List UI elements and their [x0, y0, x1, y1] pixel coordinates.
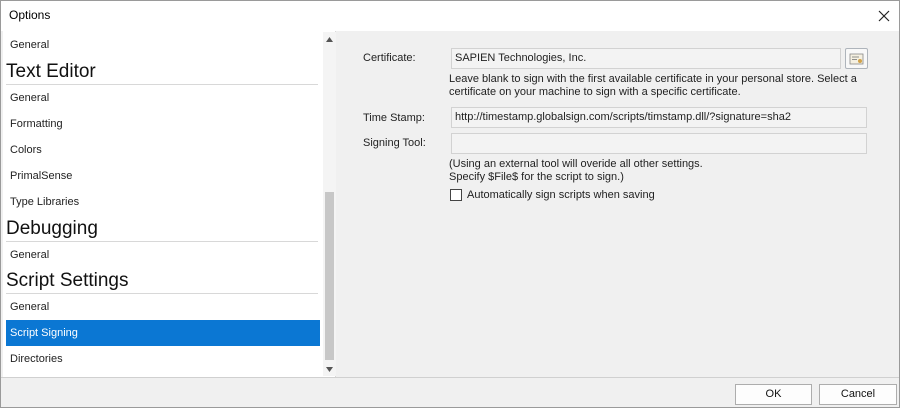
sidebar-item-directories[interactable]: Directories: [6, 346, 320, 372]
sidebar-item-primalsense[interactable]: PrimalSense: [6, 163, 320, 189]
section-debugging: Debugging: [6, 216, 318, 242]
auto-sign-checkbox[interactable]: [450, 189, 462, 201]
time-stamp-field[interactable]: http://timestamp.globalsign.com/scripts/…: [451, 107, 867, 128]
auto-sign-label: Automatically sign scripts when saving: [467, 189, 655, 201]
chevron-down-icon: [326, 366, 333, 372]
auto-sign-row[interactable]: Automatically sign scripts when saving: [450, 189, 655, 201]
certificate-browse-button[interactable]: [845, 48, 868, 69]
certificate-label: Certificate:: [363, 52, 416, 64]
close-icon: [878, 10, 890, 22]
section-text-editor: Text Editor: [6, 59, 318, 85]
script-signing-panel: Certificate: SAPIEN Technologies, Inc. L…: [337, 31, 899, 377]
dialog-button-bar: OK Cancel: [1, 377, 899, 407]
signing-tool-hint-line-2: Specify $File$ for the script to sign.): [449, 171, 624, 183]
section-script-settings: Script Settings: [6, 268, 318, 294]
certificate-hint-line-2: certificate on your machine to sign with…: [449, 86, 741, 98]
scroll-down-button[interactable]: [323, 362, 336, 376]
time-stamp-label: Time Stamp:: [363, 112, 425, 124]
options-tree: General Text Editor General Formatting C…: [3, 31, 336, 377]
scroll-up-button[interactable]: [323, 32, 336, 46]
window-title: Options: [9, 8, 51, 22]
certificate-icon: [849, 53, 864, 64]
sidebar-item-colors[interactable]: Colors: [6, 137, 320, 163]
sidebar-item-formatting[interactable]: Formatting: [6, 111, 320, 137]
signing-tool-hint-line-1: (Using an external tool will overide all…: [449, 158, 703, 170]
signing-tool-label: Signing Tool:: [363, 137, 426, 149]
signing-tool-field[interactable]: [451, 133, 867, 154]
sidebar-item-script-signing[interactable]: Script Signing: [6, 320, 320, 346]
tree-scrollbar[interactable]: [323, 32, 336, 376]
sidebar-item-general[interactable]: General: [6, 32, 320, 58]
sidebar-item-text-editor-general[interactable]: General: [6, 85, 320, 111]
sidebar-item-type-libraries[interactable]: Type Libraries: [6, 189, 320, 215]
options-dialog: Options General Text Editor General Form…: [0, 0, 900, 408]
sidebar-item-script-settings-general[interactable]: General: [6, 294, 320, 320]
scroll-thumb[interactable]: [325, 192, 334, 360]
title-bar: Options: [1, 1, 899, 31]
cancel-button[interactable]: Cancel: [819, 384, 897, 405]
certificate-hint-line-1: Leave blank to sign with the first avail…: [449, 73, 857, 85]
certificate-field[interactable]: SAPIEN Technologies, Inc.: [451, 48, 841, 69]
ok-button[interactable]: OK: [735, 384, 812, 405]
close-button[interactable]: [869, 1, 899, 31]
chevron-up-icon: [326, 36, 333, 42]
sidebar-item-debugging-general[interactable]: General: [6, 242, 320, 268]
